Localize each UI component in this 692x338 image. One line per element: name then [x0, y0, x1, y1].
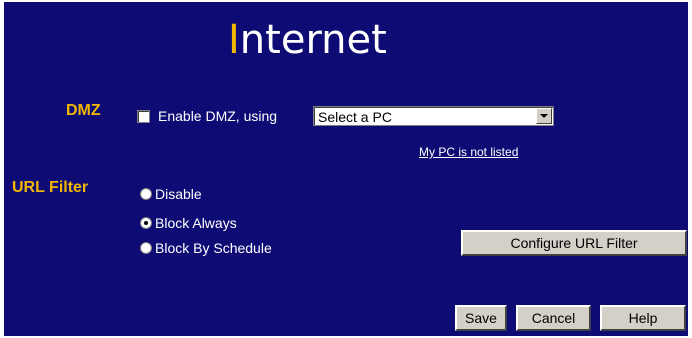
- save-button[interactable]: Save: [455, 305, 507, 331]
- configure-url-filter-button[interactable]: Configure URL Filter: [461, 230, 687, 256]
- url-filter-block-always-label: Block Always: [155, 215, 237, 231]
- dmz-pc-select[interactable]: Select a PC: [313, 106, 554, 126]
- page-title: Internet: [228, 16, 387, 64]
- dmz-pc-select-value: Select a PC: [318, 109, 392, 125]
- url-filter-block-schedule-radio[interactable]: [140, 242, 152, 254]
- cancel-button[interactable]: Cancel: [516, 305, 591, 331]
- enable-dmz-label: Enable DMZ, using: [158, 108, 278, 124]
- url-filter-block-always-radio[interactable]: [140, 217, 152, 229]
- enable-dmz-checkbox[interactable]: [137, 110, 150, 123]
- url-filter-disable-label: Disable: [155, 186, 202, 202]
- url-filter-disable-radio[interactable]: [140, 188, 152, 200]
- url-filter-section-label: URL Filter: [12, 179, 89, 196]
- dmz-section-label: DMZ: [66, 102, 101, 119]
- page-title-initial: I: [228, 17, 240, 63]
- help-button[interactable]: Help: [600, 305, 686, 331]
- chevron-down-icon[interactable]: [536, 108, 552, 124]
- my-pc-not-listed-link[interactable]: My PC is not listed: [419, 145, 518, 159]
- page-title-rest: nternet: [239, 17, 387, 63]
- internet-settings-panel: Internet DMZ Enable DMZ, using Select a …: [4, 2, 688, 336]
- url-filter-block-schedule-label: Block By Schedule: [155, 240, 272, 256]
